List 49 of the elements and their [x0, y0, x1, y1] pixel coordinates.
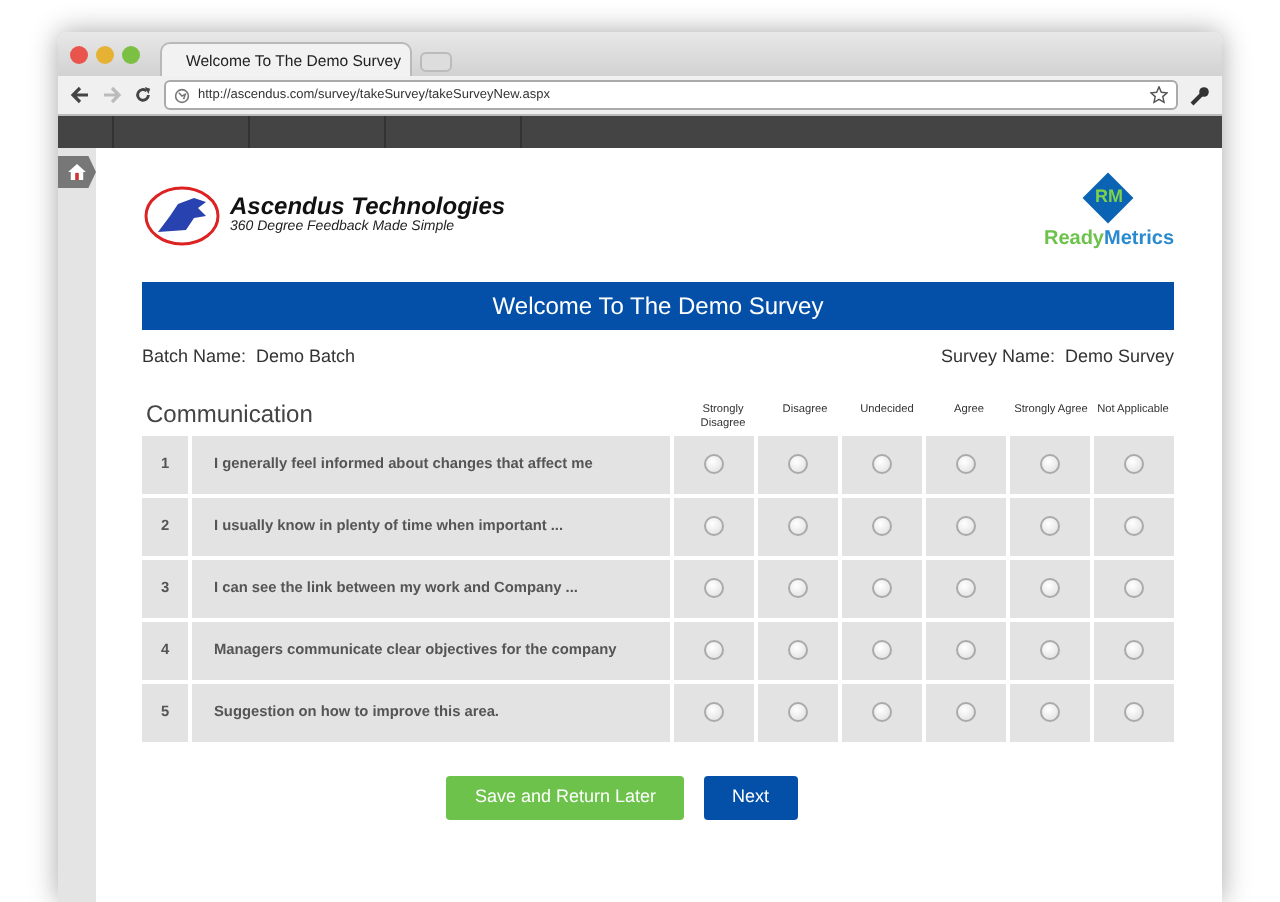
radio-button[interactable]	[956, 640, 976, 660]
radio-button[interactable]	[788, 640, 808, 660]
radio-button[interactable]	[1040, 516, 1060, 536]
radio-button[interactable]	[1124, 516, 1144, 536]
radio-button[interactable]	[704, 578, 724, 598]
minimize-window-button[interactable]	[96, 45, 114, 63]
company-name: Ascendus Technologies	[230, 193, 506, 218]
partner-brand-name: ReadyMetrics	[1043, 226, 1174, 254]
radio-button[interactable]	[1124, 454, 1144, 474]
radio-button[interactable]	[1124, 702, 1144, 722]
radio-button[interactable]	[872, 454, 892, 474]
close-window-button[interactable]	[70, 45, 88, 63]
next-button[interactable]: Next	[704, 775, 798, 819]
radio-button[interactable]	[788, 578, 808, 598]
radio-button[interactable]	[788, 516, 808, 536]
wrench-icon[interactable]	[1190, 85, 1210, 105]
section-title: Communication	[146, 399, 313, 427]
batch-name: Batch Name: Demo Batch	[142, 344, 356, 370]
radio-button[interactable]	[872, 640, 892, 660]
radio-button[interactable]	[872, 516, 892, 536]
maximize-window-button[interactable]	[122, 45, 140, 63]
back-icon[interactable]	[70, 86, 90, 104]
survey-name: Survey Name: Demo Survey	[940, 344, 1174, 370]
radio-button[interactable]	[1040, 454, 1060, 474]
radio-button[interactable]	[704, 516, 724, 536]
radio-button[interactable]	[1040, 702, 1060, 722]
survey-title-banner: Welcome To The Demo Survey	[142, 282, 1174, 330]
diamond-logo-icon: RM	[1082, 172, 1135, 224]
radio-button[interactable]	[956, 516, 976, 536]
radio-button[interactable]	[704, 454, 724, 474]
radio-button[interactable]	[872, 702, 892, 722]
reload-icon[interactable]	[134, 86, 152, 104]
home-button[interactable]	[58, 156, 96, 188]
radio-button[interactable]	[1124, 640, 1144, 660]
radio-button[interactable]	[872, 578, 892, 598]
radio-button[interactable]	[704, 640, 724, 660]
radio-button[interactable]	[956, 702, 976, 722]
radio-button[interactable]	[1040, 578, 1060, 598]
new-tab-button[interactable]	[420, 52, 452, 72]
forward-icon[interactable]	[102, 86, 122, 104]
star-icon[interactable]	[1150, 86, 1168, 104]
radio-button[interactable]	[788, 702, 808, 722]
radio-button[interactable]	[1040, 640, 1060, 660]
home-icon	[68, 164, 86, 180]
radio-button[interactable]	[1124, 578, 1144, 598]
radio-button[interactable]	[956, 454, 976, 474]
radio-button[interactable]	[704, 702, 724, 722]
radio-button[interactable]	[956, 578, 976, 598]
radio-button[interactable]	[788, 454, 808, 474]
